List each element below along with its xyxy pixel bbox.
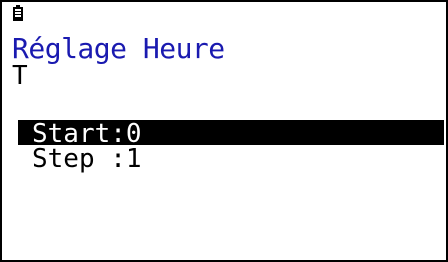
page-title: Réglage Heure bbox=[12, 32, 225, 65]
calculator-screen: Réglage Heure T Start:0 Step :1 bbox=[0, 0, 448, 262]
battery-icon bbox=[13, 5, 23, 21]
variable-name: T bbox=[12, 61, 28, 91]
step-setting-item[interactable]: Step :1 bbox=[18, 145, 444, 174]
settings-menu: Start:0 Step :1 bbox=[18, 120, 444, 174]
